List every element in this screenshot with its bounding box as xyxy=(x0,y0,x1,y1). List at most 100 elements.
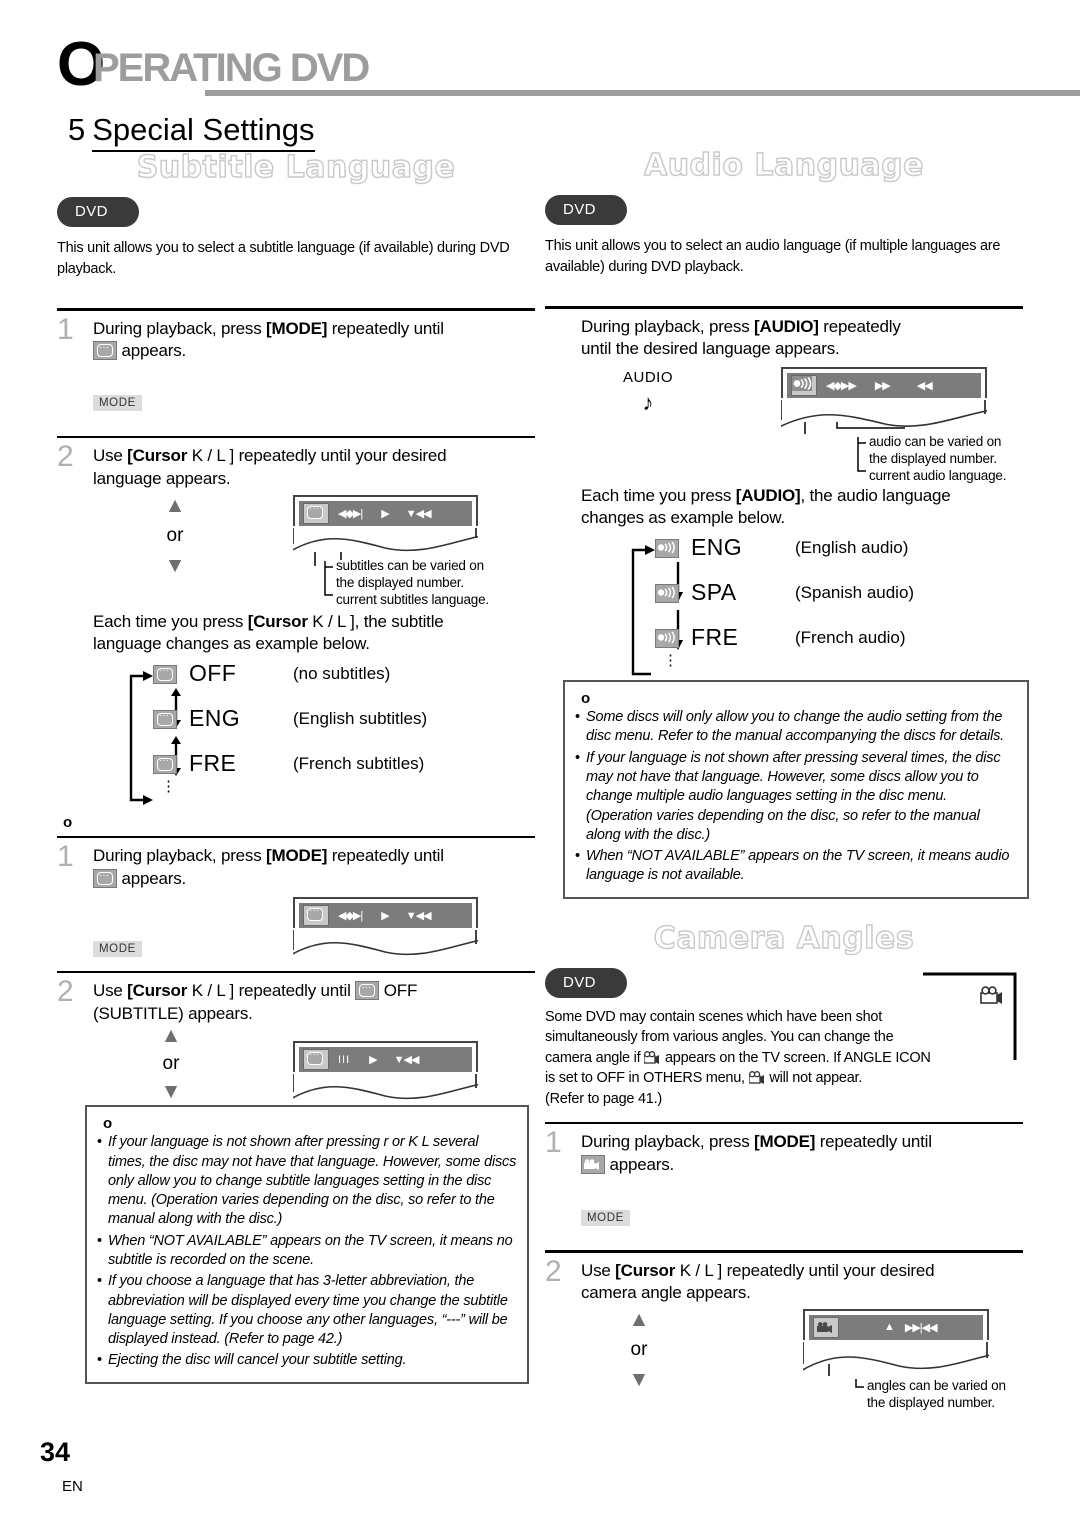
chapter-number: 5 xyxy=(68,112,86,147)
cycle-desc: (English subtitles) xyxy=(293,708,428,728)
music-note-icon: ♪ xyxy=(642,389,654,415)
osd-callout-group: subtitles can be varied on the displayed… xyxy=(324,557,489,609)
audio-cycle-list: ENG (English audio) SPA (Spanish audio) xyxy=(631,534,1023,676)
step-text-line2: language appears. xyxy=(93,468,231,488)
cycle-item: ENG (English audio) xyxy=(655,534,1023,581)
step-text-before: Use xyxy=(93,446,128,466)
subtitle-icon xyxy=(93,341,117,361)
cycle-item: SPA (Spanish audio) xyxy=(655,579,1023,626)
subtitle-cycle-list: OFF (no subtitles) ENG (English subtitle… xyxy=(129,660,535,805)
note-item: When “NOT AVAILABLE” appears on the TV s… xyxy=(97,1232,517,1271)
screen-tear-edge xyxy=(293,1074,478,1100)
camera-intro-l5: (Refer to page 41.) xyxy=(545,1090,662,1107)
cycle-item: FRE (French subtitles) xyxy=(153,749,535,782)
key-mode: [MODE] xyxy=(266,318,328,338)
transport-glyph-icon: ▶▶|◀◀ xyxy=(904,1321,938,1334)
subtitle-note-box: o If your language is not shown after pr… xyxy=(85,1105,529,1384)
audio-button-label[interactable]: AUDIO xyxy=(605,369,691,386)
subtitle-intro-text: This unit allows you to select a subtitl… xyxy=(57,240,510,277)
camera-icon-glyph xyxy=(817,1322,832,1333)
osd-bar: ◀◆▶| ▶ ▼◀◀ xyxy=(299,500,472,526)
callout-angles-varied-l1: angles can be varied on xyxy=(867,1377,1006,1393)
step-text: Use [Cursor K / L ] repeatedly until you… xyxy=(581,1260,1023,1305)
mode-button-badge[interactable]: MODE xyxy=(581,1210,630,1227)
subtitle-icon xyxy=(303,1049,329,1071)
manual-page: O PERATING DVD 5 Special Settings Subtitl… xyxy=(0,0,1080,1526)
osd-screen-frame: ▲ ▶▶|◀◀ xyxy=(803,1308,989,1340)
step-text-after: repeatedly until your desired xyxy=(722,1260,935,1280)
osd-bar: ▲ ▶▶|◀◀ xyxy=(809,1314,983,1340)
play-glyph-icon: ▶ xyxy=(369,1054,378,1067)
divider xyxy=(57,308,535,311)
camera-icon xyxy=(643,1050,660,1064)
step-text-before: During playback, press xyxy=(93,846,267,866)
subtitle-cancel-step-2: 2 Use [Cursor K / L ] repeatedly until O… xyxy=(57,977,535,1119)
cursor-down-arrow-icon: ▼ xyxy=(164,553,186,577)
cursor-down-arrow-icon: ▼ xyxy=(160,1080,182,1104)
step-text-line2: appears. xyxy=(117,341,187,361)
camera-intro-l4b: will not appear. xyxy=(765,1070,863,1087)
subtitle-icon xyxy=(153,709,177,729)
step-text: During playback, press [AUDIO] repeatedl… xyxy=(581,316,1023,361)
section-title-audio-language: Audio Language xyxy=(643,147,924,183)
play-glyph-icon: ▶ xyxy=(381,507,390,520)
cycle-loop-arrows xyxy=(631,545,655,676)
prev-next-glyph-icon: ◀◆▶| xyxy=(338,909,363,922)
step-number: 2 xyxy=(57,440,74,474)
osd-callout-group: angles can be varied on the displayed nu… xyxy=(855,1377,1006,1412)
callout-current-subtitle-lang: current subtitles language. xyxy=(336,592,489,608)
section-title-subtitle-language: Subtitle Language xyxy=(136,149,456,185)
step-text-after: repeatedly until your desired xyxy=(234,446,447,466)
dvd-badge-label: DVD xyxy=(563,973,596,991)
callout-current-audio-lang: current audio language. xyxy=(869,468,1007,484)
cursor-up-arrow-icon: ▲ xyxy=(164,493,186,517)
step-number: 1 xyxy=(57,840,74,874)
note-item: If you choose a language that has 3-lett… xyxy=(97,1272,517,1349)
key-cursor: [Cursor xyxy=(127,446,188,466)
subtitle-icon xyxy=(93,868,117,888)
tv-corner-frame xyxy=(923,972,1017,1060)
step-text-before: Use xyxy=(93,981,128,1001)
callout-leader-lines xyxy=(828,1363,830,1376)
audio-icon-glyph xyxy=(656,630,676,646)
note-heading: o xyxy=(581,690,591,708)
rewind-glyph-icon: ▼◀◀ xyxy=(393,1054,420,1067)
cycle-intro-line2: changes as example below. xyxy=(581,508,785,528)
cycle-desc: (French audio) xyxy=(795,628,906,648)
osd-screen-frame: ◀◆▶| ▶ ▼◀◀ xyxy=(293,494,478,526)
step-text-before: During playback, press xyxy=(93,318,267,338)
step-text: During playback, press [MODE] repeatedly… xyxy=(93,318,535,363)
step-text: During playback, press [MODE] repeatedly… xyxy=(93,845,535,890)
cycle-code: SPA xyxy=(691,579,737,606)
eject-glyph-icon: ▲ xyxy=(884,1321,895,1334)
cycle-desc: (French subtitles) xyxy=(293,753,425,773)
callout-bracket xyxy=(857,436,866,472)
cycle-code: ENG xyxy=(691,534,743,561)
step-text-after: repeatedly xyxy=(818,316,901,336)
mode-button-badge[interactable]: MODE xyxy=(93,394,142,411)
mode-button-badge[interactable]: MODE xyxy=(93,940,142,957)
right-column: Audio Language DVD This unit allows you … xyxy=(545,147,1029,1419)
audio-icon xyxy=(655,584,679,604)
page-header: O PERATING DVD xyxy=(57,34,1080,100)
cursor-up-arrow-icon: ▲ xyxy=(160,1024,182,1048)
subtitle-icon xyxy=(303,502,329,524)
step-text: Use [Cursor K / L ] repeatedly until OFF… xyxy=(93,980,535,1025)
note-item: When “NOT AVAILABLE” appears on the TV s… xyxy=(575,847,1017,886)
cycle-ellipsis: ⋮ xyxy=(663,652,678,670)
step-text-after: repeatedly until xyxy=(327,318,444,338)
left-column: Subtitle Language DVD This unit allows y… xyxy=(57,149,535,1384)
callout-audio-varied-l2: the displayed number. xyxy=(869,451,997,467)
cycle-intro-b: , the audio language xyxy=(800,485,951,505)
cycle-code: FRE xyxy=(189,749,237,776)
key-mode: [MODE] xyxy=(266,846,328,866)
audio-icon-glyph xyxy=(792,375,812,391)
key-mode: [MODE] xyxy=(754,1132,816,1152)
cycle-item: OFF (no subtitles) xyxy=(153,660,535,707)
cycle-loop-arrows xyxy=(129,670,153,805)
key-cursor: [Cursor xyxy=(615,1260,676,1280)
key-cursor: [Cursor xyxy=(127,981,188,1001)
audio-icon xyxy=(655,629,679,649)
callout-angles-varied-l2: the displayed number. xyxy=(867,1395,995,1411)
step-text-line2: appears. xyxy=(117,868,187,888)
